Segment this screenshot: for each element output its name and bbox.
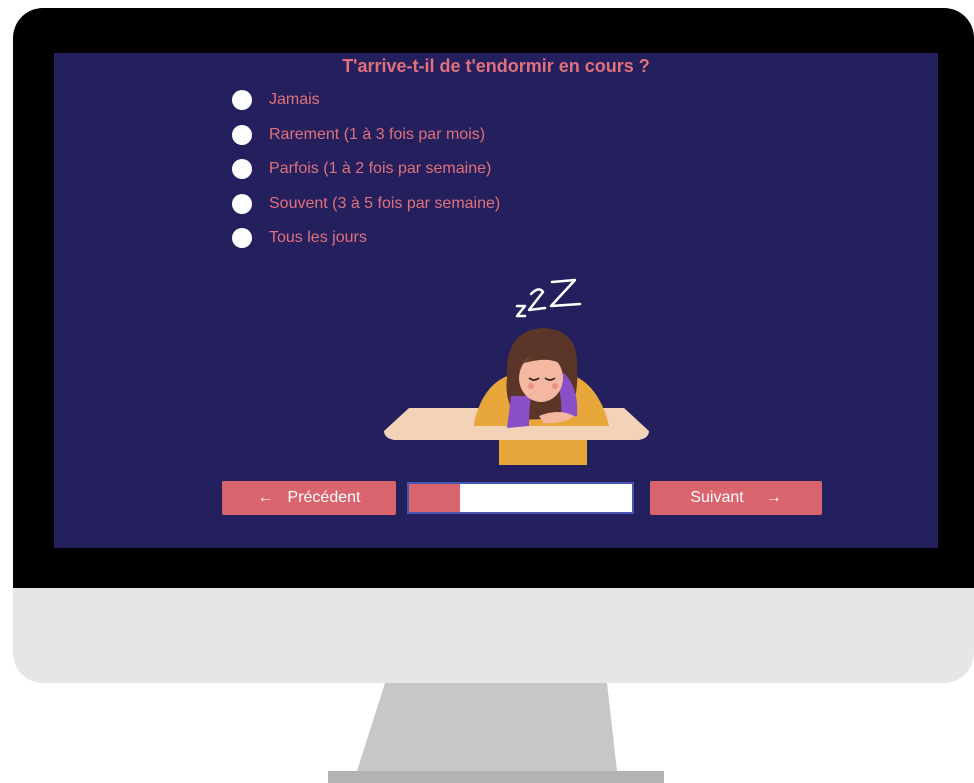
zzz-icon — [515, 278, 582, 318]
monitor-chin — [13, 588, 974, 683]
option-tous-les-jours[interactable]: Tous les jours — [232, 228, 500, 248]
answer-options: Jamais Rarement (1 à 3 fois par mois) Pa… — [232, 90, 500, 263]
option-jamais[interactable]: Jamais — [232, 90, 500, 110]
previous-button[interactable]: ← Précédent — [222, 481, 396, 515]
arrow-left-icon: ← — [257, 489, 274, 506]
arrow-right-icon: → — [765, 489, 782, 506]
option-souvent[interactable]: Souvent (3 à 5 fois par semaine) — [232, 193, 501, 214]
monitor-stand — [328, 683, 664, 783]
screen: T'arrive-t-il de t'endormir en cours ? J… — [54, 53, 938, 548]
radio-button[interactable] — [232, 159, 252, 179]
radio-button[interactable] — [232, 90, 252, 110]
option-rarement[interactable]: Rarement (1 à 3 fois par mois) — [232, 124, 500, 145]
next-button[interactable]: Suivant → — [650, 481, 822, 515]
radio-button[interactable] — [232, 228, 252, 248]
progress-bar — [407, 482, 634, 514]
next-label: Suivant — [690, 489, 744, 506]
option-label: Parfois (1 à 2 fois par semaine) — [269, 160, 492, 177]
radio-button[interactable] — [232, 193, 252, 214]
option-label: Tous les jours — [269, 229, 367, 246]
option-label: Rarement (1 à 3 fois par mois) — [269, 125, 486, 143]
option-parfois[interactable]: Parfois (1 à 2 fois par semaine) — [232, 159, 500, 179]
option-label: Souvent (3 à 5 fois par semaine) — [269, 194, 501, 212]
question-title: T'arrive-t-il de t'endormir en cours ? — [342, 56, 650, 76]
sleeping-student-icon — [384, 278, 649, 465]
option-label: Jamais — [269, 91, 320, 108]
radio-button[interactable] — [232, 124, 252, 145]
previous-label: Précédent — [287, 489, 361, 506]
progress-fill — [409, 484, 461, 512]
